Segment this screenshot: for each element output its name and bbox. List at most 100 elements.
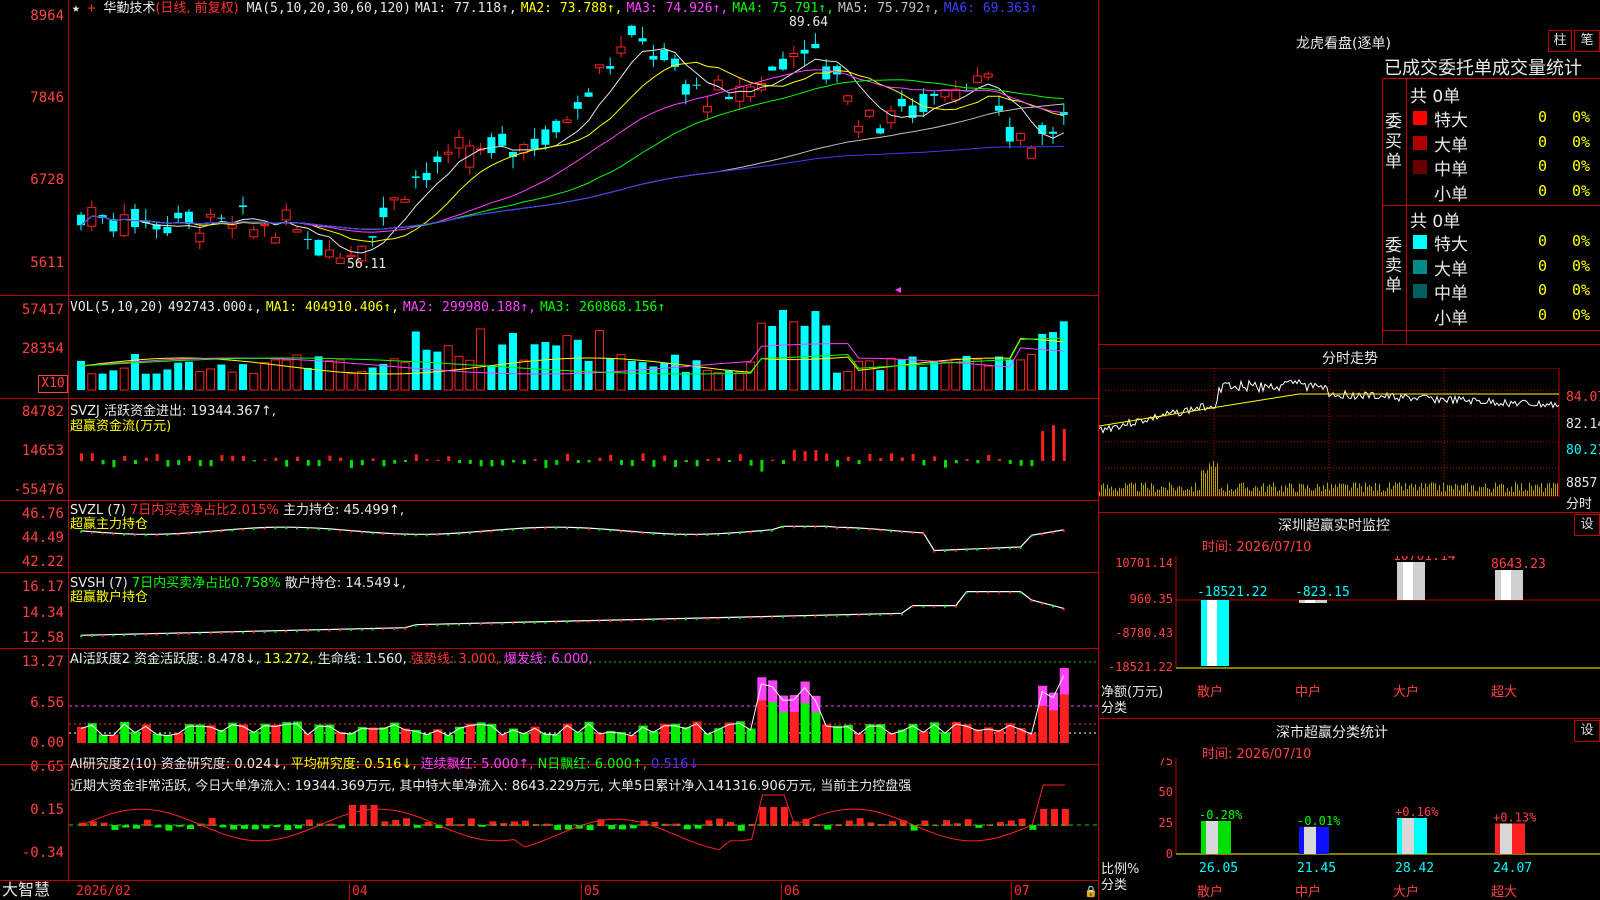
intraday-vol-bar	[1105, 488, 1106, 496]
intraday-vol-bar	[1387, 487, 1388, 496]
candle-body	[379, 207, 388, 218]
candle-body	[487, 137, 496, 153]
intraday-vol-bar	[1231, 489, 1232, 496]
intraday-vol-bar	[1289, 483, 1290, 496]
indicator-dot	[987, 591, 990, 594]
intraday-vol-bar	[1499, 484, 1500, 496]
bar-view-button[interactable]: 柱	[1548, 30, 1572, 52]
volume-bar	[908, 356, 917, 390]
activity-bar	[995, 729, 1004, 743]
sz-settings-button[interactable]: 设	[1574, 514, 1600, 536]
volume-bar	[552, 345, 561, 390]
class-title: 深市超赢分类统计	[1276, 725, 1388, 741]
activity-bar	[303, 733, 313, 743]
intraday-vol-bar	[1419, 486, 1420, 496]
flow-bar	[760, 460, 764, 472]
candle-body	[972, 75, 982, 83]
sz-category: 超大	[1491, 685, 1517, 700]
activity-bar	[195, 724, 205, 743]
candle-body	[671, 58, 679, 67]
candle-body	[1049, 131, 1057, 134]
class-stats-chart: 75 50 25 0 -0.28% 26.05 散户 -0.01% 21.45 中户 +0.16% 2…	[1159, 758, 1600, 900]
add-icon[interactable]: +	[88, 1, 96, 16]
intraday-vol-bar	[1393, 485, 1394, 496]
indicator-dot	[350, 628, 352, 631]
intraday-vol-bar	[1281, 485, 1282, 496]
left-axis: 8964 7846 6728 5611 57417 28354 X10 8478…	[0, 0, 69, 882]
candle-body	[498, 133, 507, 146]
star-icon[interactable]: ★	[72, 1, 80, 16]
lock-icon[interactable]: 🔒	[1084, 885, 1098, 898]
indicator-dot	[684, 618, 687, 621]
svsh-t2: 7日内买卖净占比0.758%	[131, 576, 281, 591]
research-bar	[133, 825, 140, 829]
ma-line	[80, 103, 1064, 230]
indicator-dot	[339, 629, 342, 632]
indicator-dot	[501, 529, 504, 532]
intraday-vol-bar	[1171, 484, 1172, 496]
research-bar	[111, 825, 119, 830]
candle-body	[119, 214, 129, 237]
indicator-line	[80, 525, 1064, 552]
flow-bar	[954, 460, 958, 464]
volume-bar	[864, 360, 874, 391]
sz-category: 散户	[1197, 684, 1223, 700]
flow-bar	[825, 453, 829, 461]
intraday-vol-bar	[1347, 484, 1348, 496]
intraday-vol-bar	[1485, 483, 1486, 496]
buy-row-pct: 0%	[1572, 157, 1591, 175]
intraday-vol-bar	[1385, 491, 1386, 496]
volume-bar	[379, 363, 388, 390]
candle-body	[465, 145, 475, 168]
indicator-dot	[1008, 547, 1011, 550]
intraday-vol-bar	[1321, 491, 1322, 496]
flow-bar	[425, 459, 429, 461]
intraday-vol-bar	[1225, 491, 1226, 496]
indicator-dot	[198, 532, 201, 535]
indicator-dot	[609, 620, 612, 623]
indicator-dot	[339, 529, 342, 532]
indicator-dot	[706, 617, 709, 620]
flow-bar	[285, 460, 289, 467]
research-bar	[100, 822, 108, 826]
sell-row-pct: 0%	[1572, 256, 1591, 275]
indicator-dot	[123, 634, 126, 637]
indicator-dot	[1041, 533, 1044, 536]
flow-bar	[101, 460, 105, 465]
class-bar-highlight	[1402, 818, 1414, 854]
intraday-vol-bar	[1293, 488, 1294, 496]
svzl-axis-tick: 44.49	[21, 530, 64, 546]
candle-body	[768, 66, 777, 71]
intraday-chart[interactable]	[1099, 368, 1600, 510]
intraday-vol-bar	[1489, 489, 1490, 496]
intraday-vol-bar	[1395, 482, 1396, 496]
candle-body	[573, 102, 582, 109]
indicator-dot	[1052, 605, 1054, 608]
volume-bar	[606, 358, 615, 390]
k-line-chart[interactable]: 89.64 56.11	[69, 0, 1098, 880]
intraday-vol-bar	[1221, 487, 1222, 496]
volume-bar	[584, 360, 593, 390]
volume-bar	[886, 357, 896, 391]
air-t4: N日飘红: 6.000↑,	[537, 757, 648, 772]
sell-row-pct: 0%	[1572, 281, 1591, 299]
intraday-vol-bar	[1185, 490, 1186, 496]
activity-bar	[638, 725, 648, 743]
class-settings-button[interactable]: 设	[1574, 720, 1600, 742]
intraday-vol-bar	[1423, 488, 1424, 496]
candle-body	[77, 214, 85, 226]
tick-view-button[interactable]: 笔	[1574, 30, 1600, 52]
indicator-dot	[479, 623, 482, 626]
research-bar	[608, 825, 616, 830]
intraday-vol-bar	[1205, 472, 1206, 496]
research-bar	[284, 825, 292, 831]
indicator-dot	[771, 529, 774, 532]
activity-bar	[962, 724, 972, 743]
indicator-dot	[404, 534, 406, 537]
svzj-title: SVZJ 活跃资金进出: 19344.367↑,	[70, 404, 276, 419]
activity-bar	[595, 732, 605, 743]
ma-line	[80, 145, 1064, 230]
indicator-dot	[360, 531, 363, 534]
research-bar	[694, 825, 702, 829]
indicator-dot	[382, 533, 385, 536]
